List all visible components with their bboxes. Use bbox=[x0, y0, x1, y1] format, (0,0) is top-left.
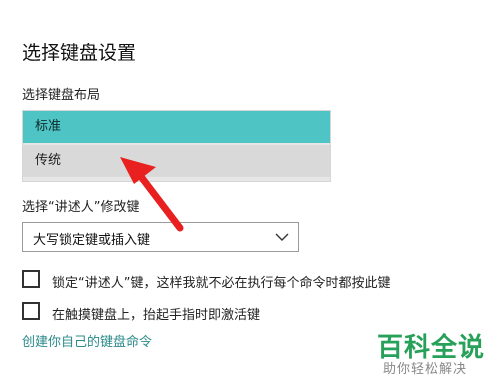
watermark-tagline: 助你轻松解决 bbox=[383, 362, 468, 377]
touch-keyboard-activate-label: 在触摸键盘上，抬起手指时即激活键 bbox=[52, 308, 261, 323]
keyboard-layout-label: 选择键盘布局 bbox=[22, 88, 101, 103]
modifier-key-label: 选择“讲述人”修改键 bbox=[22, 200, 140, 215]
chevron-down-icon bbox=[275, 233, 289, 241]
touch-keyboard-activate-checkbox[interactable] bbox=[22, 302, 40, 320]
touch-keyboard-activate-option[interactable]: 在触摸键盘上，抬起手指时即激活键 bbox=[22, 302, 442, 323]
keyboard-layout-list[interactable]: 标准 传统 bbox=[22, 110, 331, 182]
layout-option-legacy[interactable]: 传统 bbox=[23, 145, 330, 177]
modifier-key-dropdown[interactable]: 大写锁定键或插入键 bbox=[22, 222, 299, 252]
page-title: 选择键盘设置 bbox=[22, 42, 137, 64]
lock-narrator-key-checkbox[interactable] bbox=[22, 270, 40, 288]
layout-option-standard[interactable]: 标准 bbox=[23, 111, 330, 143]
lock-narrator-key-label: 锁定“讲述人”键，这样我就不必在执行每个命令时都按此键 bbox=[52, 276, 391, 291]
modifier-key-selected-value: 大写锁定键或插入键 bbox=[33, 233, 151, 248]
lock-narrator-key-option[interactable]: 锁定“讲述人”键，这样我就不必在执行每个命令时都按此键 bbox=[22, 270, 442, 291]
create-keyboard-commands-link[interactable]: 创建你自己的键盘命令 bbox=[22, 331, 152, 350]
